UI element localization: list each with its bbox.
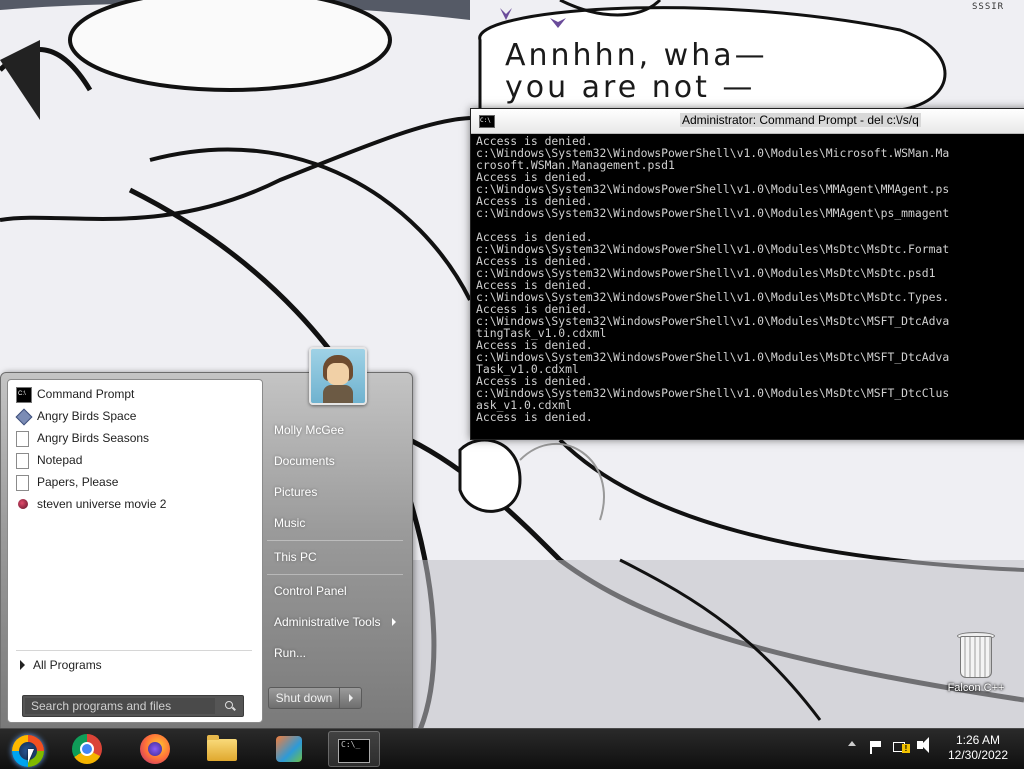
document-icon xyxy=(16,453,29,469)
music-link[interactable]: Music xyxy=(274,512,305,534)
document-icon xyxy=(16,475,29,491)
control-panel-icon xyxy=(276,736,302,762)
program-label: Papers, Please xyxy=(37,475,119,489)
console-line: Access is denied. xyxy=(476,410,593,424)
all-programs-button[interactable]: All Programs xyxy=(20,655,102,675)
command-prompt-icon[interactable]: C:\ xyxy=(479,115,495,128)
angry-birds-space-icon xyxy=(15,408,33,426)
start-button[interactable] xyxy=(2,731,54,767)
action-center-flag-icon[interactable] xyxy=(870,741,882,754)
documents-link[interactable]: Documents xyxy=(274,450,335,472)
clock-time: 1:26 AM xyxy=(955,733,1001,747)
taskbar-control-panel[interactable] xyxy=(262,731,314,767)
window-title: Administrator: Command Prompt - del c:\/… xyxy=(680,113,921,127)
command-prompt-window[interactable]: C:\ Administrator: Command Prompt - del … xyxy=(470,108,1024,440)
mouse-cursor-icon xyxy=(28,749,34,763)
shutdown-button-group: Shut down xyxy=(268,687,362,709)
console-output[interactable]: Access is denied. c:\Windows\System32\Win… xyxy=(476,135,1024,435)
show-hidden-icons-chevron-up-icon[interactable] xyxy=(848,741,856,746)
folder-icon xyxy=(207,735,237,761)
program-label: Angry Birds Seasons xyxy=(37,431,150,445)
taskbar-chrome[interactable] xyxy=(60,731,112,767)
system-clock[interactable]: 1:26 AM 12/30/2022 xyxy=(938,733,1018,763)
divider xyxy=(267,574,403,575)
desktop-icon-label: Falcon C++ xyxy=(947,682,1005,694)
program-label: Notepad xyxy=(37,453,83,467)
start-menu-program-item[interactable]: Notepad xyxy=(14,450,254,470)
command-prompt-icon xyxy=(16,384,32,404)
start-menu-program-item[interactable]: Angry Birds Space xyxy=(14,406,254,426)
start-menu-program-item[interactable]: steven universe movie 2 xyxy=(14,494,254,514)
run-link[interactable]: Run... xyxy=(274,642,306,664)
start-menu-program-item[interactable]: Command Prompt xyxy=(14,384,254,404)
program-label: steven universe movie 2 xyxy=(37,497,167,511)
triangle-right-icon xyxy=(20,660,25,670)
search-input[interactable] xyxy=(25,698,215,714)
taskbar-firefox[interactable] xyxy=(128,731,180,767)
speech-bubble-text: Annhhn, wha— you are not — xyxy=(505,40,768,104)
chrome-icon xyxy=(72,734,102,764)
divider xyxy=(16,650,252,651)
user-name-link[interactable]: Molly McGee xyxy=(274,419,344,441)
start-menu-program-item[interactable]: Papers, Please xyxy=(14,472,254,492)
recycle-bin-body-icon xyxy=(960,636,992,678)
administrative-tools-link[interactable]: Administrative Tools xyxy=(274,611,381,633)
divider xyxy=(267,540,403,541)
taskbar-file-explorer[interactable] xyxy=(195,731,247,767)
taskbar: 1:26 AM 12/30/2022 xyxy=(0,728,1024,769)
artist-signature: SSSIR xyxy=(972,2,1005,12)
document-icon xyxy=(16,431,29,447)
console-line: c:\Windows\System32\WindowsPowerShell\v1… xyxy=(476,206,950,220)
clock-date: 12/30/2022 xyxy=(947,748,1009,762)
program-label: Command Prompt xyxy=(37,387,135,401)
search-box[interactable] xyxy=(22,695,244,717)
shutdown-button[interactable]: Shut down xyxy=(269,688,340,708)
speech-line-2: you are not — xyxy=(505,70,756,105)
search-icon[interactable] xyxy=(219,698,241,714)
this-pc-link[interactable]: This PC xyxy=(274,546,317,568)
speech-line-1: Annhhn, wha— xyxy=(505,38,768,73)
command-prompt-icon xyxy=(338,739,370,763)
control-panel-link[interactable]: Control Panel xyxy=(274,580,347,602)
shutdown-options-arrow-icon[interactable] xyxy=(341,688,361,708)
program-label: Angry Birds Space xyxy=(37,409,137,423)
submenu-arrow-icon xyxy=(392,618,396,626)
volume-icon[interactable] xyxy=(917,737,929,753)
window-titlebar[interactable]: C:\ Administrator: Command Prompt - del … xyxy=(471,109,1024,134)
network-warning-icon[interactable] xyxy=(893,740,910,754)
firefox-icon xyxy=(140,734,170,764)
taskbar-command-prompt[interactable] xyxy=(328,731,380,767)
gem-icon xyxy=(18,499,28,509)
pictures-link[interactable]: Pictures xyxy=(274,481,317,503)
start-menu-program-item[interactable]: Angry Birds Seasons xyxy=(14,428,254,448)
program-list-pane: Command Prompt Angry Birds Space Angry Bir… xyxy=(7,379,263,723)
start-menu: Command Prompt Angry Birds Space Angry Bir… xyxy=(0,347,413,730)
all-programs-label: All Programs xyxy=(33,658,102,672)
recycle-bin-shortcut[interactable]: Falcon C++ xyxy=(944,632,1008,696)
user-avatar[interactable] xyxy=(309,347,367,405)
